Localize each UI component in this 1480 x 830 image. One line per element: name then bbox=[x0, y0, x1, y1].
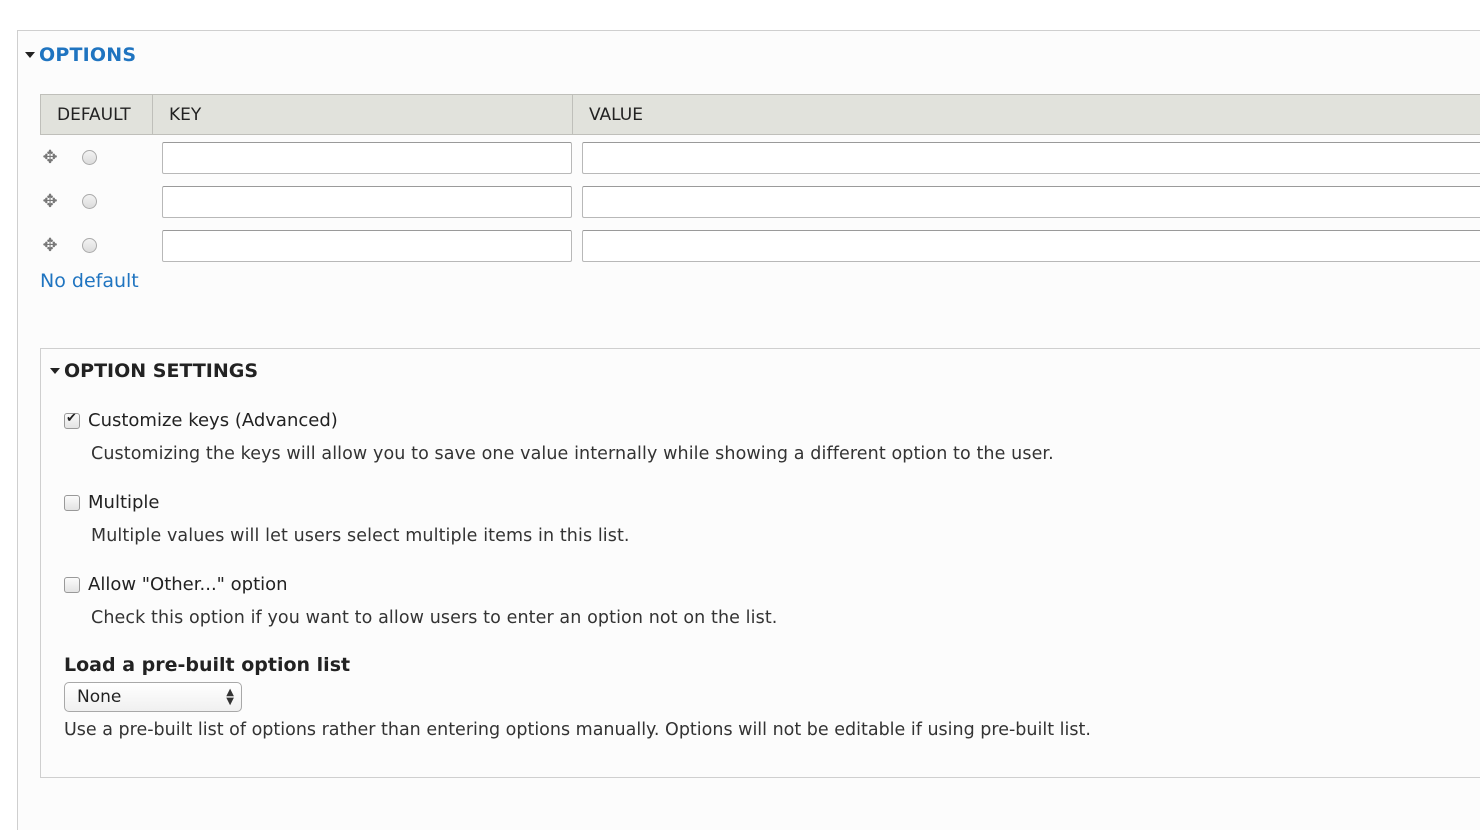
allow-other-checkbox[interactable] bbox=[64, 576, 80, 593]
options-table-header: DEFAULT KEY VALUE bbox=[40, 94, 1480, 135]
allow-other-description: Check this option if you want to allow u… bbox=[91, 608, 778, 628]
drag-handle-icon[interactable]: ✥ bbox=[40, 148, 60, 168]
triangle-down-icon bbox=[25, 52, 35, 58]
options-title: OPTIONS bbox=[39, 44, 137, 66]
prebuilt-list-label: Load a pre-built option list bbox=[64, 654, 351, 676]
prebuilt-list-description: Use a pre-built list of options rather t… bbox=[64, 720, 1091, 740]
triangle-down-icon bbox=[50, 368, 60, 374]
prebuilt-selected-value: None bbox=[77, 687, 122, 707]
default-radio[interactable] bbox=[82, 194, 97, 209]
up-down-arrows-icon: ▲ ▼ bbox=[226, 687, 234, 707]
option-settings-toggle[interactable]: OPTION SETTINGS bbox=[50, 360, 258, 382]
multiple-option[interactable]: Multiple bbox=[64, 492, 160, 513]
multiple-checkbox[interactable] bbox=[64, 494, 80, 511]
key-input[interactable] bbox=[162, 186, 572, 218]
table-row: ✥ bbox=[40, 142, 1480, 174]
column-value: VALUE bbox=[589, 104, 643, 125]
table-row: ✥ bbox=[40, 186, 1480, 218]
key-input[interactable] bbox=[162, 230, 572, 262]
options-toggle[interactable]: OPTIONS bbox=[25, 44, 136, 66]
value-input[interactable] bbox=[582, 142, 1480, 174]
customize-keys-description: Customizing the keys will allow you to s… bbox=[91, 444, 1054, 464]
multiple-label: Multiple bbox=[88, 492, 160, 513]
customize-keys-label: Customize keys (Advanced) bbox=[88, 410, 338, 431]
column-key: KEY bbox=[153, 95, 573, 134]
prebuilt-list-select[interactable]: None ▲ ▼ bbox=[64, 682, 242, 712]
multiple-description: Multiple values will let users select mu… bbox=[91, 526, 630, 546]
drag-handle-icon[interactable]: ✥ bbox=[40, 192, 60, 212]
column-default: DEFAULT bbox=[41, 95, 153, 134]
allow-other-option[interactable]: Allow "Other..." option bbox=[64, 574, 288, 595]
allow-other-label: Allow "Other..." option bbox=[88, 574, 288, 595]
customize-keys-checkbox[interactable] bbox=[64, 411, 80, 429]
value-input[interactable] bbox=[582, 186, 1480, 218]
default-radio[interactable] bbox=[82, 238, 97, 253]
key-input[interactable] bbox=[162, 142, 572, 174]
table-row: ✥ bbox=[40, 230, 1480, 262]
no-default-link[interactable]: No default bbox=[40, 270, 139, 292]
value-input[interactable] bbox=[582, 230, 1480, 262]
drag-handle-icon[interactable]: ✥ bbox=[40, 236, 60, 256]
default-radio[interactable] bbox=[82, 150, 97, 165]
option-settings-title: OPTION SETTINGS bbox=[64, 360, 259, 382]
customize-keys-option[interactable]: Customize keys (Advanced) bbox=[64, 410, 338, 431]
